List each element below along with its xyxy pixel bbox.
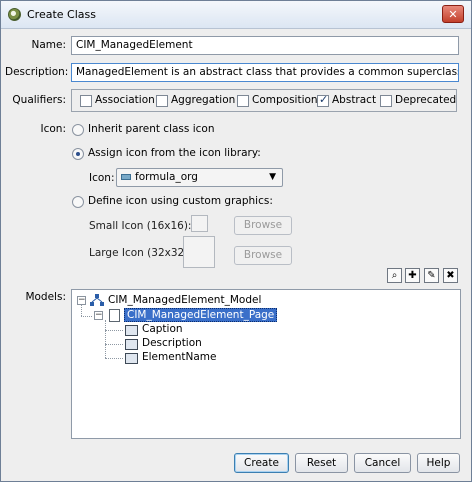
title-bar: Create Class ✕ (1, 1, 471, 29)
custom-icon-radio[interactable] (72, 196, 84, 208)
tree-node-property[interactable]: Caption (142, 323, 183, 335)
binoculars-icon: ⌕ (391, 270, 398, 281)
create-button[interactable]: Create (234, 453, 289, 473)
property-icon (125, 339, 138, 350)
model-icon (90, 294, 104, 307)
large-icon-browse-label: Browse (243, 249, 283, 261)
tree-connector (105, 358, 123, 359)
chevron-down-icon: ▼ (269, 172, 276, 182)
composition-checkbox[interactable] (237, 95, 249, 107)
icon-library-select[interactable]: formula_org ▼ (116, 168, 283, 187)
page-icon (109, 309, 120, 322)
edit-icon: ✎ (427, 270, 436, 281)
inherit-icon-label: Inherit parent class icon (88, 123, 215, 135)
aggregation-checkbox[interactable] (156, 95, 168, 107)
collapse-page-toggle[interactable]: − (94, 311, 103, 320)
small-icon-browse-label: Browse (243, 219, 283, 231)
models-tree[interactable]: − CIM_ManagedElement_Model − CIM_Managed… (71, 289, 461, 439)
property-icon (125, 325, 138, 336)
custom-icon-label: Define icon using custom graphics: (88, 195, 273, 207)
delete-model-button[interactable]: ✖ (443, 268, 458, 283)
property-icon (125, 353, 138, 364)
reset-button[interactable]: Reset (295, 453, 348, 473)
association-label: Association (95, 94, 155, 106)
tree-node-model[interactable]: CIM_ManagedElement_Model (108, 294, 261, 306)
tree-node-property[interactable]: ElementName (142, 351, 216, 363)
qualifiers-label: Qualifiers: (12, 94, 66, 106)
library-icon-select-label: Icon: (89, 172, 115, 184)
icon-library-select-value: formula_org (135, 171, 198, 183)
association-checkbox[interactable] (80, 95, 92, 107)
new-model-button[interactable]: ✚ (405, 268, 420, 283)
formula-org-icon (121, 174, 131, 180)
icon-label: Icon: (40, 123, 67, 135)
name-field-value: CIM_ManagedElement (76, 39, 193, 51)
delete-icon: ✖ (446, 270, 455, 281)
deprecated-label: Deprecated (395, 94, 457, 106)
small-icon-label: Small Icon (16x16): (89, 220, 192, 232)
create-class-dialog: Create Class ✕ Name: CIM_ManagedElement … (0, 0, 472, 482)
collapse-root-toggle[interactable]: − (77, 296, 86, 305)
window-title: Create Class (27, 8, 96, 21)
tree-connector (81, 316, 92, 317)
find-model-button[interactable]: ⌕ (387, 268, 402, 283)
description-field-value: ManagedElement is an abstract class that… (76, 66, 459, 78)
inherit-icon-radio[interactable] (72, 124, 84, 136)
small-icon-preview (191, 215, 208, 232)
models-label: Models: (25, 291, 66, 303)
large-icon-label: Large Icon (32x32): (89, 247, 192, 259)
app-icon (8, 8, 21, 21)
help-button-label: Help (426, 457, 451, 469)
aggregation-label: Aggregation (171, 94, 236, 106)
tree-connector (105, 330, 123, 331)
tree-connector (105, 344, 123, 345)
deprecated-checkbox[interactable] (380, 95, 392, 107)
tree-node-property[interactable]: Description (142, 337, 202, 349)
description-field[interactable]: ManagedElement is an abstract class that… (71, 63, 459, 82)
new-document-icon: ✚ (408, 270, 417, 281)
abstract-checkbox[interactable] (317, 93, 329, 107)
close-icon: ✕ (448, 8, 458, 21)
library-icon-radio[interactable] (72, 148, 84, 160)
cancel-button[interactable]: Cancel (354, 453, 411, 473)
create-button-label: Create (244, 457, 279, 469)
library-icon-label: Assign icon from the icon library: (88, 147, 261, 159)
tree-node-page[interactable]: CIM_ManagedElement_Page (124, 308, 278, 322)
reset-button-label: Reset (306, 457, 337, 469)
help-button[interactable]: Help (417, 453, 460, 473)
name-label: Name: (31, 39, 66, 51)
description-label: Description: (5, 66, 69, 78)
cancel-button-label: Cancel (364, 457, 401, 469)
edit-model-button[interactable]: ✎ (424, 268, 439, 283)
tree-connector (105, 320, 106, 358)
small-icon-browse-button[interactable]: Browse (234, 216, 292, 235)
composition-label: Composition (252, 94, 318, 106)
name-field[interactable]: CIM_ManagedElement (71, 36, 459, 55)
abstract-label: Abstract (332, 94, 377, 106)
tree-connector (81, 304, 82, 316)
large-icon-browse-button[interactable]: Browse (234, 246, 292, 265)
qualifiers-panel: Association Aggregation Composition Abst… (71, 89, 457, 112)
large-icon-preview (183, 236, 215, 268)
close-button[interactable]: ✕ (442, 5, 464, 23)
